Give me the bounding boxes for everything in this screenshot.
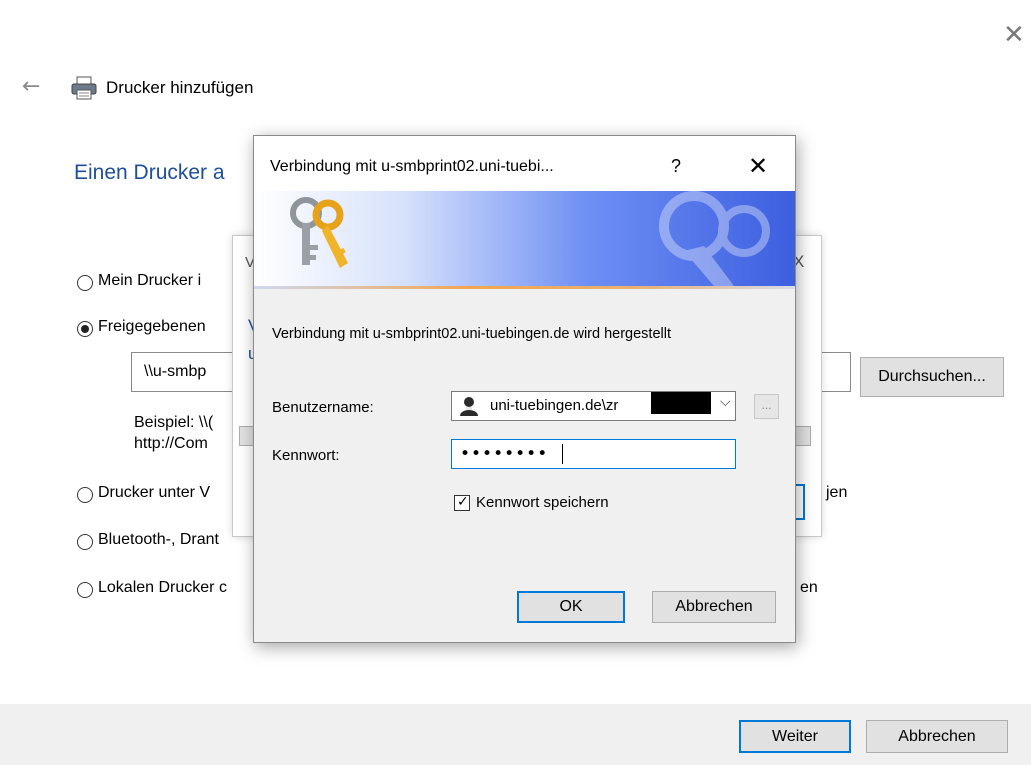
help-icon[interactable]: ? bbox=[671, 156, 681, 177]
username-label: Benutzername: bbox=[272, 399, 374, 416]
user-icon bbox=[460, 397, 478, 416]
option-fragment-right-2: en bbox=[800, 579, 818, 596]
checkmark-icon: ✓ bbox=[457, 494, 469, 510]
radio-option-2[interactable] bbox=[77, 321, 93, 337]
option-label-3: Drucker unter V bbox=[98, 484, 211, 501]
radio-option-1[interactable] bbox=[77, 275, 93, 291]
option-label-2: Freigegebenen bbox=[98, 318, 206, 335]
option-fragment-right-1: jen bbox=[826, 484, 848, 501]
more-options-button[interactable]: ... bbox=[754, 394, 779, 419]
text-caret bbox=[562, 444, 563, 464]
wizard-cancel-button[interactable]: Abbrechen bbox=[866, 720, 1008, 753]
back-arrow-icon[interactable]: ← bbox=[22, 76, 40, 98]
printer-path-value: \\u-smbp bbox=[144, 363, 207, 380]
banner-divider bbox=[254, 286, 795, 289]
hint-line-1: Beispiel: \\( bbox=[134, 414, 214, 431]
banner-watermark-icon bbox=[659, 191, 770, 286]
save-password-label[interactable]: Kennwort speichern bbox=[476, 494, 609, 511]
close-icon[interactable]: ✕ bbox=[1003, 22, 1025, 48]
credential-title: Verbindung mit u-smbprint02.uni-tuebi... bbox=[270, 158, 554, 175]
ok-button[interactable]: OK bbox=[517, 591, 625, 623]
password-value: •••••••• bbox=[460, 444, 549, 464]
close-icon[interactable]: ✕ bbox=[748, 152, 768, 180]
credential-cancel-button[interactable]: Abbrechen bbox=[652, 591, 776, 623]
credential-dialog: Verbindung mit u-smbprint02.uni-tuebi...… bbox=[253, 135, 796, 643]
credential-banner bbox=[254, 191, 795, 286]
browse-button[interactable]: Durchsuchen... bbox=[860, 357, 1004, 397]
option-label-4: Bluetooth-, Drant bbox=[98, 531, 219, 548]
connection-message: Verbindung mit u-smbprint02.uni-tuebinge… bbox=[272, 326, 671, 342]
option-label-5: Lokalen Drucker c bbox=[98, 579, 227, 596]
keys-icon bbox=[290, 197, 348, 268]
username-combobox[interactable]: uni-tuebingen.de\zr ⌵ bbox=[451, 391, 736, 421]
username-value: uni-tuebingen.de\zr bbox=[490, 397, 619, 414]
redaction-box bbox=[651, 392, 711, 414]
radio-option-4[interactable] bbox=[77, 534, 93, 550]
radio-option-3[interactable] bbox=[77, 487, 93, 503]
chevron-down-icon[interactable]: ⌵ bbox=[720, 394, 731, 410]
hint-line-2: http://Com bbox=[134, 435, 208, 452]
printer-icon bbox=[71, 76, 97, 100]
option-label-1: Mein Drucker i bbox=[98, 272, 202, 289]
password-label: Kennwort: bbox=[272, 447, 340, 464]
wizard-heading: Einen Drucker a bbox=[74, 161, 225, 184]
window-title: Drucker hinzufügen bbox=[106, 78, 254, 97]
save-password-checkbox[interactable]: ✓ bbox=[454, 494, 470, 511]
password-field[interactable]: •••••••• bbox=[451, 439, 736, 469]
next-button[interactable]: Weiter bbox=[739, 720, 851, 753]
radio-option-5[interactable] bbox=[77, 582, 93, 598]
